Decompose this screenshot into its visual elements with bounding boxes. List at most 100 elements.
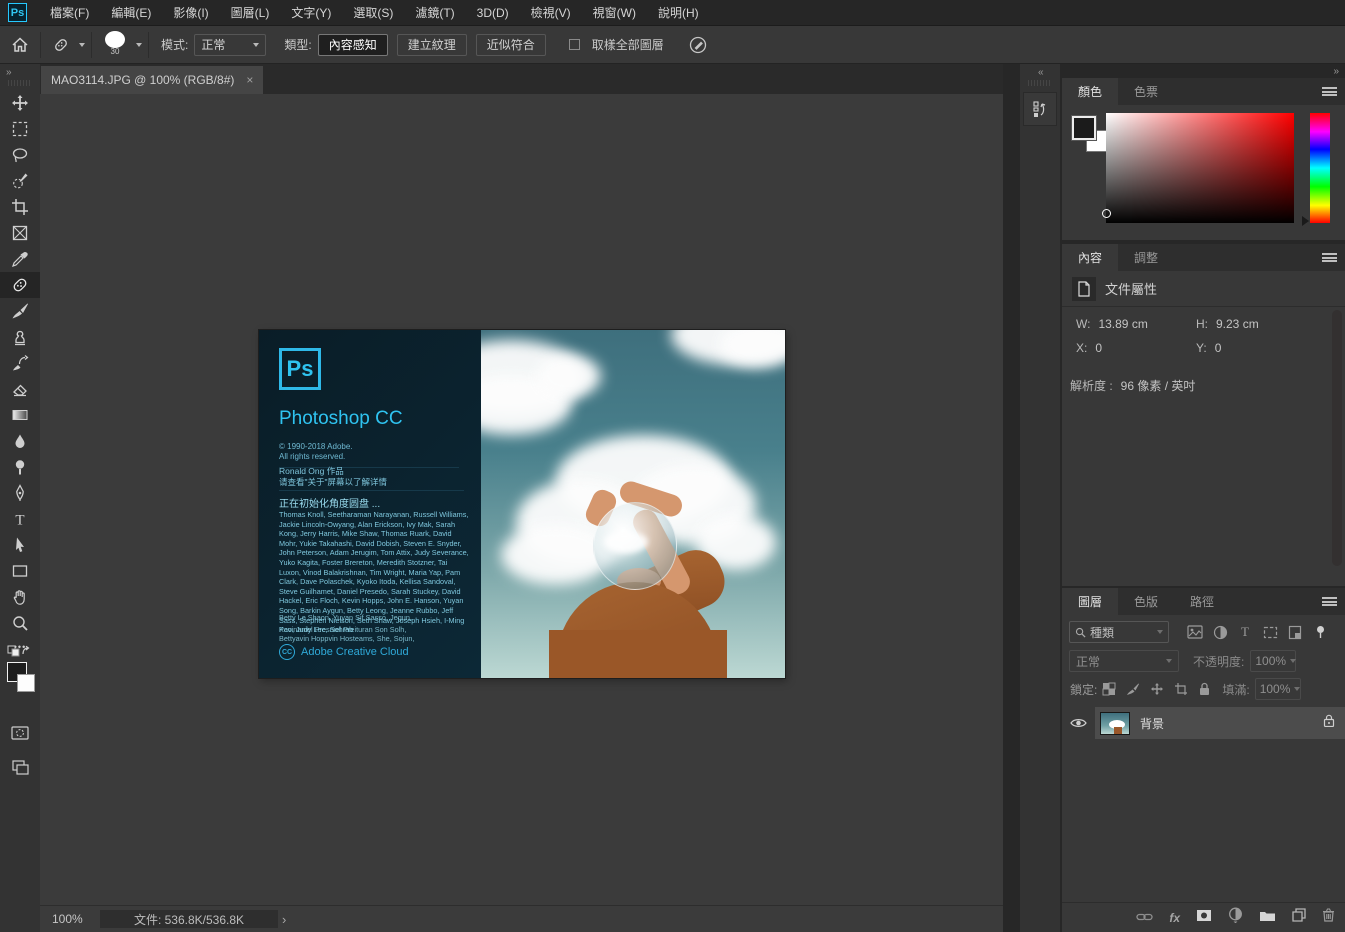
layer-thumbnail[interactable] (1100, 712, 1130, 735)
path-selection-tool[interactable] (0, 532, 40, 558)
menu-image[interactable]: 影像(I) (162, 0, 219, 25)
foreground-color-swatch[interactable] (1072, 116, 1096, 140)
new-layer-icon[interactable] (1292, 908, 1306, 927)
layer-visibility-toggle[interactable] (1062, 717, 1095, 729)
panel-menu-icon[interactable] (1322, 597, 1337, 606)
pen-pressure-icon[interactable] (684, 31, 712, 59)
tab-layers[interactable]: 圖層 (1062, 588, 1118, 615)
document-tab[interactable]: MAO3114.JPG @ 100% (RGB/8#) × (41, 66, 263, 94)
tab-paths[interactable]: 路徑 (1174, 588, 1230, 615)
tab-swatches[interactable]: 色票 (1118, 78, 1174, 105)
filter-pin-icon[interactable] (1308, 625, 1332, 640)
history-brush-tool[interactable] (0, 350, 40, 376)
spot-healing-brush-tool[interactable] (0, 272, 40, 298)
gradient-tool[interactable] (0, 402, 40, 428)
y-value[interactable]: 0 (1215, 341, 1222, 355)
brush-tool[interactable] (0, 298, 40, 324)
resolution-value[interactable]: 96 像素 / 英吋 (1121, 379, 1196, 393)
hue-slider[interactable] (1310, 113, 1330, 223)
quick-selection-tool[interactable] (0, 168, 40, 194)
move-tool[interactable] (0, 90, 40, 116)
zoom-tool[interactable] (0, 610, 40, 636)
filter-smart-objects-icon[interactable] (1283, 625, 1307, 640)
screen-mode-icon[interactable] (0, 754, 40, 780)
canvas-pasteboard[interactable]: Ps Photoshop CC © 1990-2018 Adobe. All r… (40, 94, 1003, 905)
brush-size-dropdown-icon[interactable] (136, 43, 142, 47)
scrollbar[interactable] (1332, 310, 1342, 566)
filter-shape-layers-icon[interactable] (1258, 626, 1282, 639)
type-tool[interactable]: T (0, 506, 40, 532)
link-layers-icon[interactable] (1136, 909, 1153, 927)
history-panel-icon[interactable] (1023, 92, 1057, 126)
new-group-icon[interactable] (1259, 909, 1276, 927)
opacity-select[interactable]: 100% (1250, 650, 1296, 672)
menu-select[interactable]: 選取(S) (342, 0, 404, 25)
layer-lock-icon[interactable] (1323, 714, 1335, 732)
menu-help[interactable]: 說明(H) (647, 0, 710, 25)
brush-size-picker[interactable]: 30 (98, 30, 132, 60)
menu-edit[interactable]: 編輯(E) (100, 0, 162, 25)
panel-menu-icon[interactable] (1322, 253, 1337, 262)
menu-filter[interactable]: 濾鏡(T) (404, 0, 465, 25)
status-chevron-icon[interactable]: › (282, 912, 286, 927)
quick-mask-icon[interactable] (0, 720, 40, 746)
lock-pixels-icon[interactable] (1126, 682, 1140, 696)
menu-window[interactable]: 視窗(W) (582, 0, 647, 25)
frame-tool[interactable] (0, 220, 40, 246)
tab-channels[interactable]: 色版 (1118, 588, 1174, 615)
home-icon[interactable] (6, 31, 34, 59)
delete-layer-icon[interactable] (1322, 908, 1335, 927)
zoom-level-field[interactable]: 100% (52, 912, 100, 926)
hue-slider-handle-icon[interactable] (1302, 216, 1309, 226)
menu-view[interactable]: 檢視(V) (520, 0, 582, 25)
mode-select[interactable]: 正常 (194, 34, 266, 56)
menu-file[interactable]: 檔案(F) (39, 0, 100, 25)
swap-colors-icon[interactable] (6, 644, 32, 663)
layer-style-icon[interactable]: fx (1169, 911, 1180, 925)
tab-color[interactable]: 顏色 (1062, 78, 1118, 105)
color-field[interactable] (1106, 113, 1294, 223)
background-color-swatch[interactable] (17, 674, 35, 692)
rectangular-marquee-tool[interactable] (0, 116, 40, 142)
type-proximity-match-button[interactable]: 近似符合 (476, 34, 546, 56)
expand-right-dock-icon[interactable]: » (1333, 66, 1339, 77)
eyedropper-tool[interactable] (0, 246, 40, 272)
x-value[interactable]: 0 (1095, 341, 1102, 355)
fill-select[interactable]: 100% (1255, 678, 1301, 700)
panel-menu-icon[interactable] (1322, 87, 1337, 96)
tab-adjustments[interactable]: 調整 (1118, 244, 1174, 271)
canvas-image[interactable]: Ps Photoshop CC © 1990-2018 Adobe. All r… (259, 330, 785, 678)
add-layer-mask-icon[interactable] (1196, 909, 1212, 927)
lock-all-icon[interactable] (1198, 682, 1211, 696)
tool-preset-dropdown-icon[interactable] (79, 43, 85, 47)
menu-type[interactable]: 文字(Y) (280, 0, 342, 25)
close-icon[interactable]: × (246, 73, 253, 87)
tab-properties[interactable]: 內容 (1062, 244, 1118, 271)
width-value[interactable]: 13.89 cm (1098, 317, 1147, 331)
menu-3d[interactable]: 3D(D) (466, 2, 520, 24)
height-value[interactable]: 9.23 cm (1216, 317, 1259, 331)
type-create-texture-button[interactable]: 建立紋理 (397, 34, 467, 56)
file-info-field[interactable]: 文件: 536.8K/536.8K (100, 910, 278, 928)
clone-stamp-tool[interactable] (0, 324, 40, 350)
filter-pixel-layers-icon[interactable] (1183, 625, 1207, 639)
color-field-marker[interactable] (1102, 209, 1111, 218)
filter-adjustment-layers-icon[interactable] (1208, 625, 1232, 640)
layer-name[interactable]: 背景 (1140, 715, 1164, 732)
spot-healing-brush-preset-icon[interactable] (47, 31, 75, 59)
lasso-tool[interactable] (0, 142, 40, 168)
menu-layer[interactable]: 圖層(L) (220, 0, 281, 25)
dodge-tool[interactable] (0, 454, 40, 480)
type-content-aware-button[interactable]: 內容感知 (318, 34, 388, 56)
filter-type-layers-icon[interactable]: T (1233, 624, 1257, 640)
lock-transparency-icon[interactable] (1102, 682, 1116, 696)
layer-row[interactable]: 背景 (1062, 707, 1345, 739)
sample-all-layers-checkbox[interactable] (569, 39, 580, 50)
new-adjustment-layer-icon[interactable] (1228, 907, 1243, 928)
blur-tool[interactable] (0, 428, 40, 454)
rectangle-tool[interactable] (0, 558, 40, 584)
lock-artboard-icon[interactable] (1174, 682, 1188, 696)
hand-tool[interactable] (0, 584, 40, 610)
pen-tool[interactable] (0, 480, 40, 506)
expand-dock-icon[interactable]: » (0, 64, 40, 78)
